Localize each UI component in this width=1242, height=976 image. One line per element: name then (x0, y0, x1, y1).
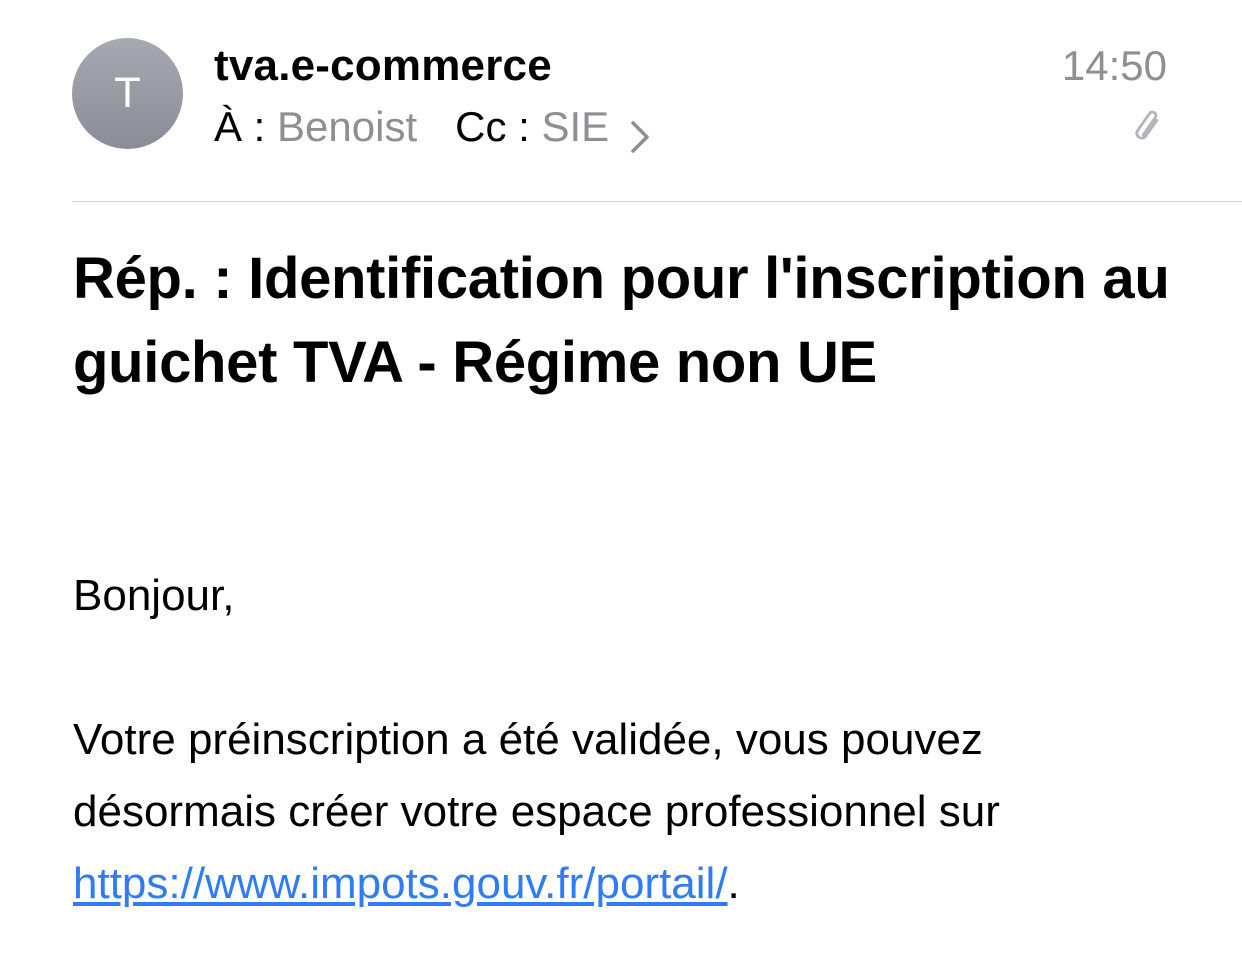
greeting-text: Bonjour, (73, 571, 235, 620)
message-time: 14:50 (1061, 42, 1167, 89)
message-header: T tva.e-commerce À : Benoist Cc : SIE 14:… (0, 0, 1242, 202)
recipients-line[interactable]: À : Benoist Cc : SIE (214, 99, 651, 155)
cc-recipient[interactable]: SIE (541, 99, 609, 155)
portal-link[interactable]: https://www.impots.gouv.fr/portail/ (73, 859, 728, 908)
cc-label: Cc : (455, 103, 530, 150)
body-paragraph-text: Votre préinscription a été validée, vous… (73, 715, 1000, 836)
sender-avatar[interactable]: T (72, 38, 183, 149)
chevron-right-icon[interactable] (629, 112, 651, 153)
body-paragraph: Votre préinscription a été validée, vous… (73, 704, 1193, 920)
avatar-initial: T (115, 70, 140, 117)
body-trailing-period: . (727, 859, 740, 908)
to-label: À : (214, 103, 266, 150)
sender-name[interactable]: tva.e-commerce (214, 36, 552, 96)
email-subject: Rép. : Identification pour l'inscription… (73, 246, 1170, 395)
header-divider (72, 201, 1242, 202)
to-recipient[interactable]: Benoist (277, 99, 417, 155)
paperclip-icon[interactable] (1128, 108, 1168, 148)
email-body: Bonjour, Votre préinscription a été vali… (73, 560, 1193, 920)
